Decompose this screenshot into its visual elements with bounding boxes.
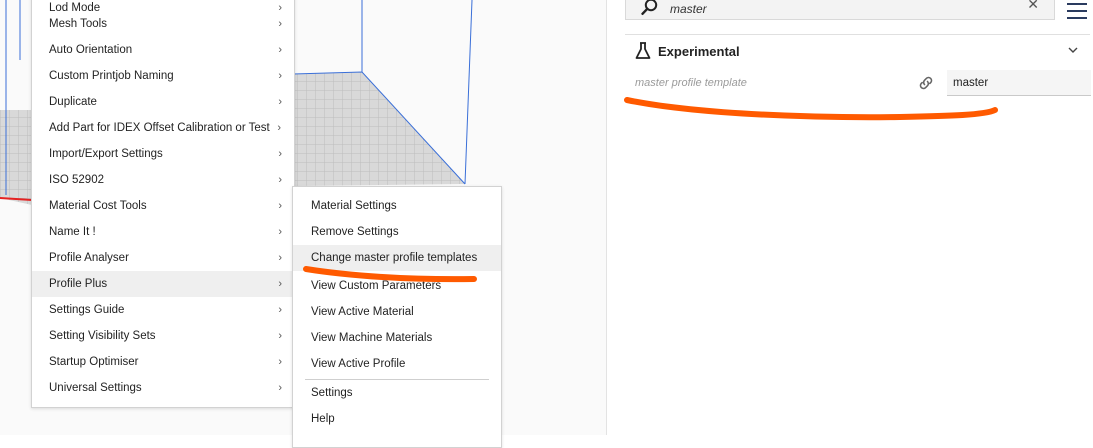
setting-label-master-profile-template: master profile template [635, 77, 747, 89]
menu-item-label: Material Settings [311, 200, 397, 212]
settings-panel: ✕ Experimental master profile template [606, 0, 1093, 435]
profile-plus-submenu: Material Settings Remove Settings Change… [292, 186, 502, 448]
menu-item-label: Mesh Tools [49, 18, 107, 30]
submenu-item-view-machine-materials[interactable]: View Machine Materials [293, 325, 501, 351]
menu-item-label: Profile Analyser [49, 252, 129, 264]
chevron-right-icon: › [278, 382, 282, 394]
chevron-right-icon: › [278, 226, 282, 238]
menu-item-setting-visibility-sets[interactable]: Setting Visibility Sets › [32, 323, 294, 349]
chevron-down-icon[interactable] [1066, 43, 1080, 57]
menu-item-label: View Active Profile [311, 358, 406, 370]
hamburger-bar [1067, 3, 1087, 5]
menu-item-material-cost-tools[interactable]: Material Cost Tools › [32, 193, 294, 219]
menu-item-name-it[interactable]: Name It ! › [32, 219, 294, 245]
chevron-right-icon: › [278, 278, 282, 290]
submenu-item-settings[interactable]: Settings [293, 380, 501, 406]
menu-item-mesh-tools[interactable]: Mesh Tools › [32, 11, 294, 37]
hamburger-bar [1067, 10, 1087, 12]
category-title: Experimental [658, 44, 740, 59]
menu-item-label: Custom Printjob Naming [49, 70, 174, 82]
hamburger-menu-icon[interactable] [1067, 3, 1087, 19]
menu-item-idex-calibration[interactable]: Add Part for IDEX Offset Calibration or … [32, 115, 294, 141]
submenu-item-view-active-material[interactable]: View Active Material [293, 299, 501, 325]
menu-item-label: Profile Plus [49, 278, 108, 290]
chevron-right-icon: › [278, 96, 282, 108]
menu-item-universal-settings[interactable]: Universal Settings › [32, 375, 294, 401]
menu-item-custom-printjob-naming[interactable]: Custom Printjob Naming › [32, 63, 294, 89]
menu-item-iso-52902[interactable]: ISO 52902 › [32, 167, 294, 193]
submenu-item-change-master-profile-templates[interactable]: Change master profile templates [293, 245, 501, 271]
menu-item-label: Remove Settings [311, 226, 399, 238]
chevron-right-icon: › [278, 356, 282, 368]
category-header-experimental[interactable]: Experimental [625, 38, 1090, 66]
chevron-right-icon: › [278, 200, 282, 212]
menu-item-label: Add Part for IDEX Offset Calibration or … [49, 122, 270, 134]
menu-item-profile-plus[interactable]: Profile Plus › [32, 271, 294, 297]
hamburger-bar [1067, 17, 1087, 19]
extensions-menu: Lod Mode › Mesh Tools › Auto Orientation › … [31, 0, 295, 408]
menu-item-duplicate[interactable]: Duplicate › [32, 89, 294, 115]
chevron-right-icon: › [278, 18, 282, 30]
submenu-item-view-custom-parameters[interactable]: View Custom Parameters [293, 273, 501, 299]
clear-search-icon[interactable]: ✕ [1027, 0, 1039, 13]
chevron-right-icon: › [278, 148, 282, 160]
submenu-item-material-settings[interactable]: Material Settings [293, 193, 501, 219]
menu-item-startup-optimiser[interactable]: Startup Optimiser › [32, 349, 294, 375]
flask-icon [635, 42, 651, 59]
search-icon [641, 0, 658, 16]
menu-item-label: Change master profile templates [311, 252, 478, 264]
menu-item-label: Name It ! [49, 226, 96, 238]
menu-item-label: Import/Export Settings [49, 148, 163, 160]
submenu-item-remove-settings[interactable]: Remove Settings [293, 219, 501, 245]
menu-item-label: Universal Settings [49, 382, 142, 394]
menu-item-label: View Machine Materials [311, 332, 433, 344]
menu-item-label: Auto Orientation [49, 44, 133, 56]
menu-item-label: View Custom Parameters [311, 280, 442, 292]
menu-item-label: Settings Guide [49, 304, 125, 316]
build-volume-edge [464, 0, 473, 185]
chevron-right-icon: › [278, 174, 282, 186]
chevron-right-icon: › [278, 70, 282, 82]
settings-search-input[interactable] [670, 2, 970, 16]
panel-divider [625, 34, 1090, 35]
master-profile-template-field[interactable] [947, 70, 1091, 96]
menu-item-profile-analyser[interactable]: Profile Analyser › [32, 245, 294, 271]
settings-search-box: ✕ [625, 0, 1055, 20]
menu-item-settings-guide[interactable]: Settings Guide › [32, 297, 294, 323]
submenu-item-help[interactable]: Help [293, 406, 501, 432]
chevron-right-icon: › [278, 304, 282, 316]
menu-item-label: View Active Material [311, 306, 414, 318]
build-plate [293, 72, 465, 186]
submenu-item-view-active-profile[interactable]: View Active Profile [293, 351, 501, 377]
chevron-right-icon: › [276, 115, 281, 141]
menu-item-label: Material Cost Tools [49, 200, 147, 212]
build-plate-left [0, 110, 32, 205]
menu-item-label: Help [311, 413, 335, 425]
chevron-right-icon: › [278, 330, 282, 342]
chevron-right-icon: › [278, 252, 282, 264]
menu-item-label: Startup Optimiser [49, 356, 139, 368]
menu-item-label: Duplicate [49, 96, 97, 108]
chevron-right-icon: › [278, 44, 282, 56]
menu-item-label: Setting Visibility Sets [49, 330, 156, 342]
menu-item-label: ISO 52902 [49, 174, 104, 186]
menu-item-label: Settings [311, 387, 353, 399]
link-icon[interactable] [917, 74, 935, 92]
menu-item-import-export-settings[interactable]: Import/Export Settings › [32, 141, 294, 167]
menu-item-auto-orientation[interactable]: Auto Orientation › [32, 37, 294, 63]
